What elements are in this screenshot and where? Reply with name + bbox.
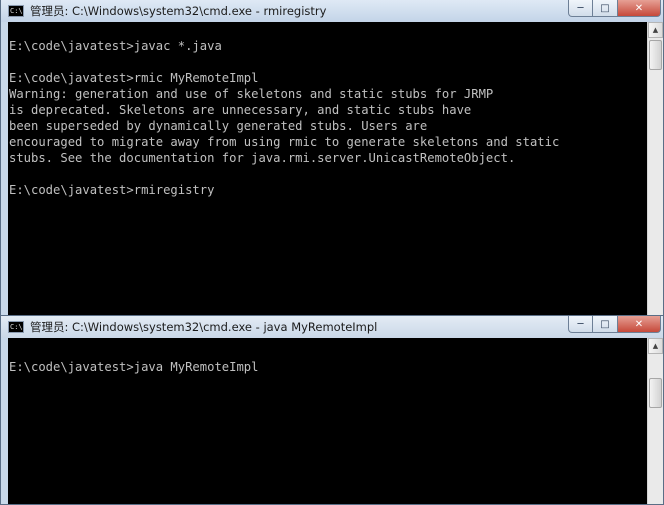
vertical-scrollbar[interactable]: ▲: [647, 338, 663, 504]
window-title: 管理员: C:\Windows\system32\cmd.exe - java …: [30, 320, 378, 334]
maximize-button[interactable]: □: [593, 0, 618, 17]
window-controls: ─ □ ✕: [568, 316, 661, 333]
close-button[interactable]: ✕: [618, 0, 661, 17]
cmd-app-icon[interactable]: C:\: [8, 5, 24, 17]
title-bar[interactable]: C:\ 管理员: C:\Windows\system32\cmd.exe - j…: [1, 316, 663, 338]
console-line: E:\code\javatest>rmiregistry: [9, 183, 215, 197]
title-bar[interactable]: C:\ 管理员: C:\Windows\system32\cmd.exe - r…: [1, 0, 663, 22]
window-title: 管理员: C:\Windows\system32\cmd.exe - rmire…: [30, 4, 327, 18]
close-button[interactable]: ✕: [618, 316, 661, 333]
cmd-window-rmiregistry[interactable]: C:\ 管理员: C:\Windows\system32\cmd.exe - r…: [0, 0, 664, 316]
console-line: is deprecated. Skeletons are unnecessary…: [9, 103, 472, 117]
scroll-up-arrow-icon[interactable]: ▲: [648, 22, 663, 38]
scrollbar-thumb[interactable]: [649, 378, 662, 408]
console-area[interactable]: E:\code\javatest>java MyRemoteImpl ▲: [8, 338, 663, 504]
console-line: E:\code\javatest>java MyRemoteImpl: [9, 360, 259, 374]
scrollbar-thumb[interactable]: [649, 40, 662, 70]
cmd-app-icon[interactable]: C:\: [8, 321, 24, 333]
console-line: been superseded by dynamically generated…: [9, 119, 428, 133]
console-line: E:\code\javatest>javac *.java: [9, 39, 222, 53]
cmd-window-java[interactable]: C:\ 管理员: C:\Windows\system32\cmd.exe - j…: [0, 315, 664, 505]
console-output[interactable]: E:\code\javatest>java MyRemoteImpl: [9, 343, 647, 504]
window-controls: ─ □ ✕: [568, 0, 661, 17]
scroll-up-arrow-icon[interactable]: ▲: [648, 338, 663, 354]
maximize-button[interactable]: □: [593, 316, 618, 333]
vertical-scrollbar[interactable]: ▲: [647, 22, 663, 315]
console-area[interactable]: E:\code\javatest>javac *.java E:\code\ja…: [8, 22, 663, 315]
minimize-button[interactable]: ─: [568, 0, 593, 17]
console-line: stubs. See the documentation for java.rm…: [9, 151, 516, 165]
minimize-button[interactable]: ─: [568, 316, 593, 333]
console-line: encouraged to migrate away from using rm…: [9, 135, 560, 149]
console-line: Warning: generation and use of skeletons…: [9, 87, 494, 101]
console-output[interactable]: E:\code\javatest>javac *.java E:\code\ja…: [9, 22, 647, 315]
console-line: E:\code\javatest>rmic MyRemoteImpl: [9, 71, 259, 85]
